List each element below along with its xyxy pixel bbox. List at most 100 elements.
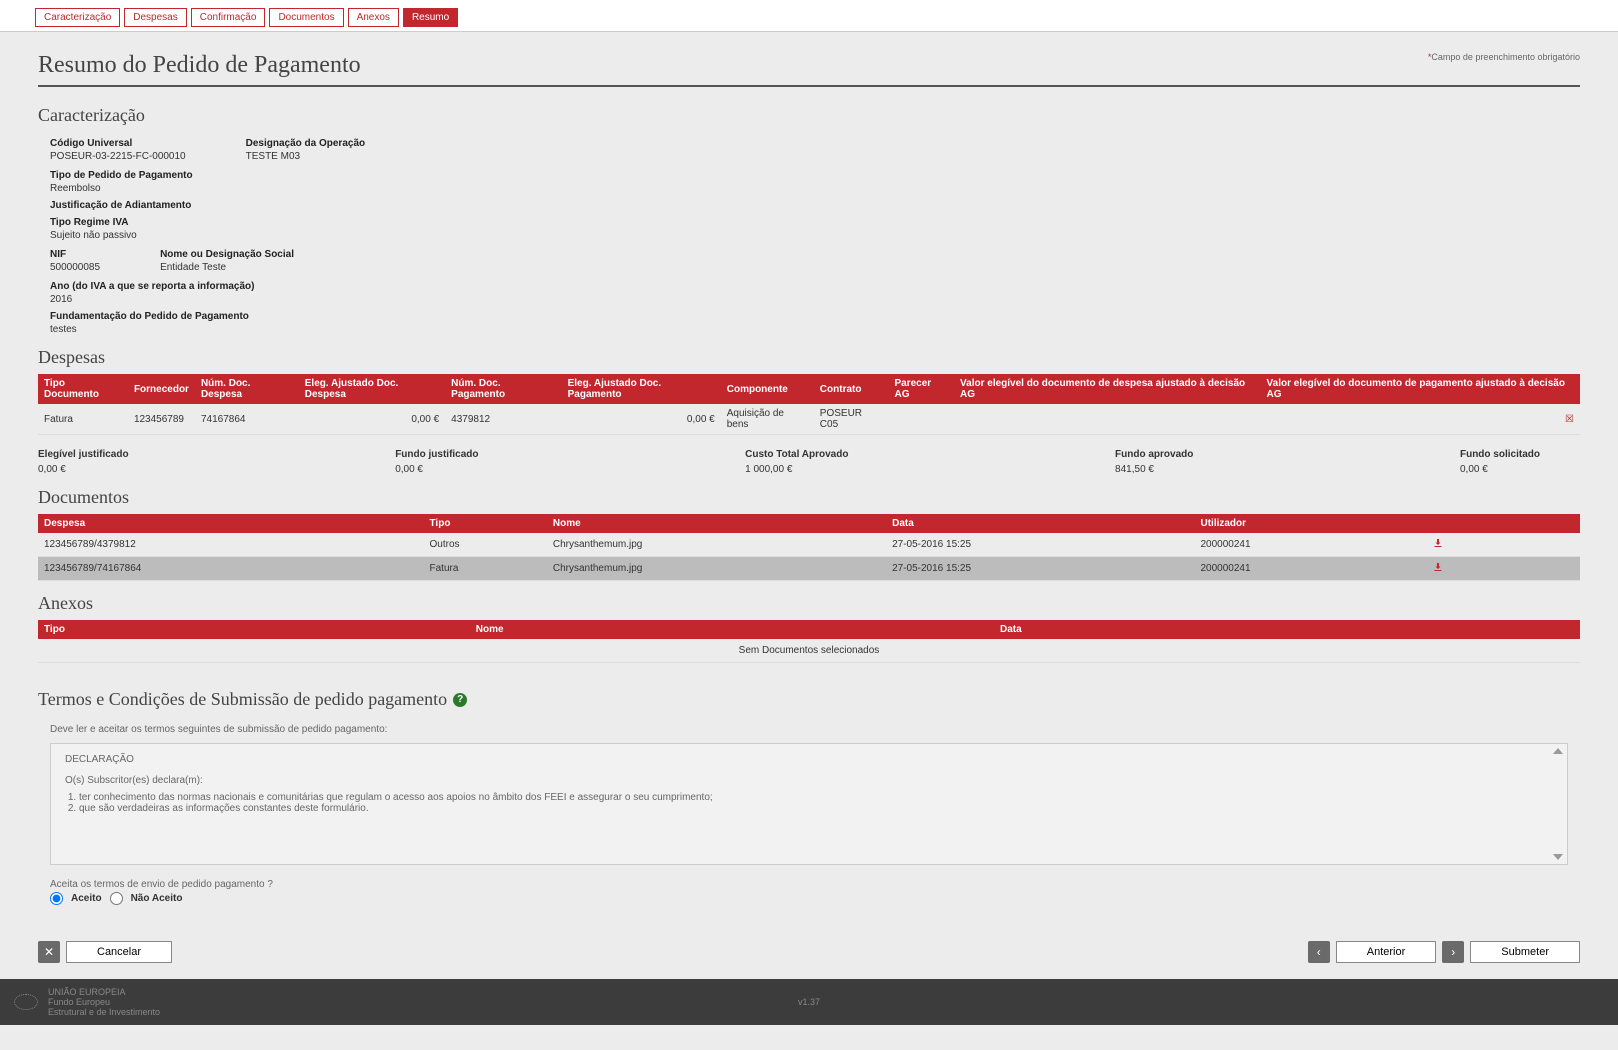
anexos-table: Tipo Nome Data Sem Documentos selecionad… <box>38 620 1580 663</box>
tab-bar: Caracterização Despesas Confirmação Docu… <box>0 0 1618 32</box>
th-eleg-pagamento: Eleg. Ajustado Doc. Pagamento <box>562 374 721 404</box>
nome-social-label: Nome ou Designação Social <box>160 249 294 260</box>
radio-nao-aceito-label: Não Aceito <box>131 893 183 904</box>
section-caracterizacao-title: Caracterização <box>38 105 1580 126</box>
regime-iva-label: Tipo Regime IVA <box>50 217 1580 228</box>
total-value: 841,50 € <box>1115 464 1193 475</box>
terms-item: ter conhecimento das normas nacionais e … <box>79 792 1553 803</box>
tab-resumo[interactable]: Resumo <box>403 8 458 27</box>
total-value: 0,00 € <box>395 464 478 475</box>
footer-line: UNIÃO EUROPEIA <box>48 987 160 997</box>
cell-val-despesa <box>954 404 1261 435</box>
footer: UNIÃO EUROPEIA Fundo Europeu Estrutural … <box>0 979 1618 1025</box>
th-val-pagamento: Valor elegível do documento de pagamento… <box>1261 374 1580 404</box>
section-termos-title: Termos e Condições de Submissão de pedid… <box>38 689 447 710</box>
th-eleg-despesa: Eleg. Ajustado Doc. Despesa <box>299 374 445 404</box>
cell-num-despesa: 74167864 <box>195 404 299 435</box>
ano-iva-value: 2016 <box>50 294 1580 305</box>
help-icon[interactable]: ? <box>453 693 467 707</box>
total-label: Custo Total Aprovado <box>745 449 848 460</box>
close-icon[interactable]: ✕ <box>38 941 60 963</box>
th-anexo-tipo: Tipo <box>38 620 470 639</box>
th-num-despesa: Núm. Doc. Despesa <box>195 374 299 404</box>
scroll-up-icon[interactable] <box>1553 748 1563 754</box>
download-icon[interactable] <box>1432 541 1444 552</box>
cell-despesa: 123456789/74167864 <box>38 557 424 581</box>
accept-question: Aceita os termos de envio de pedido paga… <box>50 879 1580 890</box>
tab-documentos[interactable]: Documentos <box>269 8 343 27</box>
th-fornecedor: Fornecedor <box>128 374 195 404</box>
nif-value: 500000085 <box>50 262 100 273</box>
th-doc-data: Data <box>886 514 1194 533</box>
total-label: Fundo solicitado <box>1460 449 1540 460</box>
section-documentos-title: Documentos <box>38 487 1580 508</box>
chevron-left-icon[interactable]: ‹ <box>1308 941 1330 963</box>
cell-nome: Chrysanthemum.jpg <box>547 533 886 557</box>
th-doc-nome: Nome <box>547 514 886 533</box>
anexos-empty: Sem Documentos selecionados <box>38 639 1580 663</box>
declaracao-title: DECLARAÇÃO <box>65 754 1553 765</box>
footer-line: Fundo Europeu <box>48 997 160 1007</box>
tipo-pedido-label: Tipo de Pedido de Pagamento <box>50 170 1580 181</box>
section-despesas-title: Despesas <box>38 347 1580 368</box>
cell-eleg-despesa: 0,00 € <box>299 404 445 435</box>
tipo-pedido-value: Reembolso <box>50 183 1580 194</box>
total-label: Elegível justificado <box>38 449 129 460</box>
total-value: 0,00 € <box>1460 464 1540 475</box>
cell-utilizador: 200000241 <box>1194 557 1425 581</box>
total-value: 0,00 € <box>38 464 129 475</box>
section-anexos-title: Anexos <box>38 593 1580 614</box>
cell-fornecedor: 123456789 <box>128 404 195 435</box>
footer-version: v1.37 <box>798 997 820 1007</box>
table-row: Fatura 123456789 74167864 0,00 € 4379812… <box>38 404 1580 435</box>
despesas-totals: Elegível justificado0,00 € Fundo justifi… <box>38 449 1580 475</box>
delete-icon[interactable]: ☒ <box>1565 414 1574 425</box>
total-value: 1 000,00 € <box>745 464 848 475</box>
cell-num-pagamento: 4379812 <box>445 404 561 435</box>
designacao-value: TESTE M03 <box>246 151 366 162</box>
th-componente: Componente <box>721 374 814 404</box>
radio-nao-aceito[interactable] <box>110 892 123 905</box>
table-row: 123456789/4379812 Outros Chrysanthemum.j… <box>38 533 1580 557</box>
tab-anexos[interactable]: Anexos <box>348 8 399 27</box>
terms-note: Deve ler e aceitar os termos seguintes d… <box>50 724 1580 735</box>
cell-tipo: Fatura <box>38 404 128 435</box>
tab-caracterizacao[interactable]: Caracterização <box>35 8 120 27</box>
cell-data: 27-05-2016 15:25 <box>886 533 1194 557</box>
table-row: 123456789/74167864 Fatura Chrysanthemum.… <box>38 557 1580 581</box>
designacao-label: Designação da Operação <box>246 138 366 149</box>
cell-eleg-pagamento: 0,00 € <box>562 404 721 435</box>
cell-data: 27-05-2016 15:25 <box>886 557 1194 581</box>
table-row: Sem Documentos selecionados <box>38 639 1580 663</box>
fundamentacao-value: testes <box>50 324 1580 335</box>
nome-social-value: Entidade Teste <box>160 262 294 273</box>
despesas-table: Tipo Documento Fornecedor Núm. Doc. Desp… <box>38 374 1580 435</box>
tab-confirmacao[interactable]: Confirmação <box>191 8 266 27</box>
th-anexo-nome: Nome <box>470 620 994 639</box>
th-num-pagamento: Núm. Doc. Pagamento <box>445 374 561 404</box>
th-parecer: Parecer AG <box>888 374 954 404</box>
scroll-down-icon[interactable] <box>1553 854 1563 860</box>
cell-nome: Chrysanthemum.jpg <box>547 557 886 581</box>
cancelar-button[interactable]: Cancelar <box>66 941 172 963</box>
th-doc-utilizador: Utilizador <box>1194 514 1425 533</box>
cell-tipo: Fatura <box>424 557 547 581</box>
download-icon[interactable] <box>1432 565 1444 576</box>
footer-line: Estrutural e de Investimento <box>48 1007 160 1017</box>
codigo-universal-label: Código Universal <box>50 138 186 149</box>
th-val-despesa: Valor elegível do documento de despesa a… <box>954 374 1261 404</box>
radio-aceito[interactable] <box>50 892 63 905</box>
terms-box: DECLARAÇÃO O(s) Subscritor(es) declara(m… <box>50 743 1568 865</box>
codigo-universal-value: POSEUR-03-2215-FC-000010 <box>50 151 186 162</box>
anterior-button[interactable]: Anterior <box>1336 941 1437 963</box>
total-label: Fundo aprovado <box>1115 449 1193 460</box>
regime-iva-value: Sujeito não passivo <box>50 230 1580 241</box>
tab-despesas[interactable]: Despesas <box>124 8 186 27</box>
eu-logo-icon <box>14 994 38 1010</box>
chevron-right-icon[interactable]: › <box>1442 941 1464 963</box>
documentos-table: Despesa Tipo Nome Data Utilizador 123456… <box>38 514 1580 581</box>
justificacao-label: Justificação de Adiantamento <box>50 200 1580 211</box>
th-doc-despesa: Despesa <box>38 514 424 533</box>
submeter-button[interactable]: Submeter <box>1470 941 1580 963</box>
cell-contrato: POSEUR C05 <box>814 404 889 435</box>
